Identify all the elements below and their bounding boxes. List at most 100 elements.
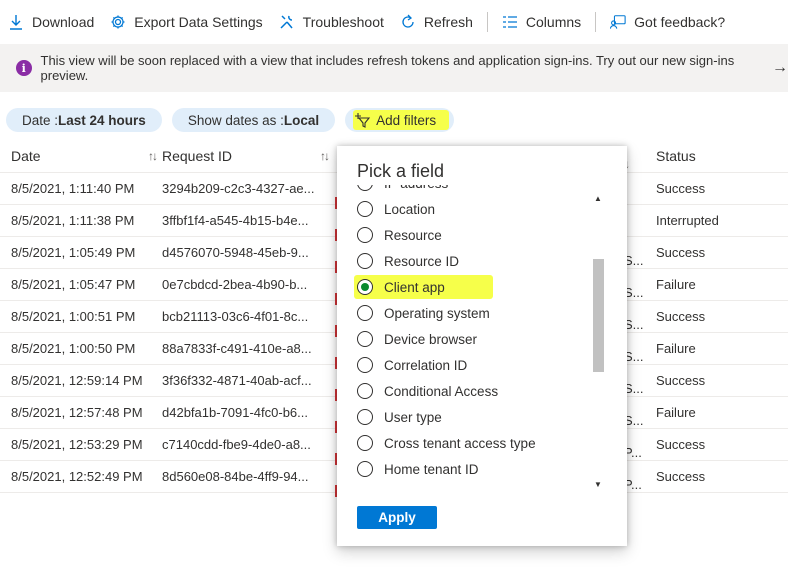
arrow-right-icon[interactable]: →: [772, 59, 788, 77]
radio-button[interactable]: [357, 253, 373, 269]
dialog-title: Pick a field: [357, 161, 445, 181]
refresh-label: Refresh: [423, 14, 473, 30]
toolbar-divider: [486, 12, 488, 32]
download-button[interactable]: Download: [0, 8, 102, 36]
wrench-icon: [279, 14, 295, 30]
sort-icon: ↑↓: [148, 149, 158, 163]
radio-button[interactable]: [357, 227, 373, 243]
radio-button[interactable]: [357, 331, 373, 347]
field-option-label: User type: [384, 409, 442, 425]
column-header-request-id[interactable]: Request ID ↑↓: [162, 148, 334, 164]
date-filter-pill[interactable]: Date : Last 24 hours: [6, 108, 162, 132]
field-option-label: Conditional Access: [384, 383, 499, 399]
cell-request-id: 88a7833f-c491-410e-a8...: [162, 341, 312, 356]
banner-text: This view will be soon replaced with a v…: [40, 53, 735, 83]
refresh-button[interactable]: Refresh: [392, 8, 481, 36]
column-header-date-label: Date: [11, 148, 41, 164]
cell-date: 8/5/2021, 12:52:49 PM: [11, 469, 143, 484]
field-option-label: Resource: [384, 227, 442, 243]
feedback-icon: [610, 14, 626, 30]
radio-button[interactable]: [357, 185, 373, 191]
cell-request-id: d4576070-5948-45eb-9...: [162, 245, 309, 260]
field-option-label: Resource ID: [384, 253, 460, 269]
cell-status: Failure: [656, 277, 696, 292]
field-option[interactable]: Resource ID: [357, 248, 459, 274]
columns-label: Columns: [525, 14, 582, 30]
radio-button[interactable]: [357, 357, 373, 373]
field-option[interactable]: Operating system: [357, 300, 490, 326]
date-filter-value: Last 24 hours: [58, 112, 146, 128]
filter-bar: Date : Last 24 hours Show dates as : Loc…: [6, 108, 464, 132]
cell-date: 8/5/2021, 12:57:48 PM: [11, 405, 143, 420]
field-option-label: Cross tenant access type: [384, 435, 536, 451]
radio-button[interactable]: [357, 305, 373, 321]
radio-button[interactable]: [357, 409, 373, 425]
cell-date: 8/5/2021, 12:59:14 PM: [11, 373, 143, 388]
troubleshoot-label: Troubleshoot: [302, 14, 384, 30]
field-option[interactable]: Correlation ID: [357, 352, 467, 378]
scroll-up-icon[interactable]: ▲: [594, 194, 602, 203]
field-option[interactable]: Device browser: [357, 326, 477, 352]
field-list[interactable]: IP address Location Resource Resource ID Cli…: [351, 185, 583, 485]
download-icon: [8, 14, 24, 30]
cell-request-id: c7140cdd-fbe9-4de0-a8...: [162, 437, 311, 452]
field-option-label: Client app: [384, 279, 445, 295]
column-header-status-label: Status: [656, 148, 696, 164]
column-header-status[interactable]: Status: [626, 148, 756, 164]
cell-status: Success: [656, 309, 706, 324]
scrollbar[interactable]: ▲ ▼: [592, 193, 604, 489]
field-option[interactable]: IP address: [357, 185, 448, 196]
feedback-button[interactable]: Got feedback?: [602, 8, 733, 36]
scrollbar-thumb[interactable]: [593, 259, 604, 372]
show-dates-pill[interactable]: Show dates as : Local: [171, 108, 336, 132]
cell-request-id: 3ffbf1f4-a545-4b15-b4e...: [162, 213, 309, 228]
cell-request-id: 3294b209-c2c3-4327-ae...: [162, 181, 315, 196]
field-option[interactable]: Cross tenant access type: [357, 430, 536, 456]
info-banner: i This view will be soon replaced with a…: [0, 44, 788, 92]
info-icon: i: [16, 60, 32, 76]
field-option-label: Location: [384, 201, 436, 217]
field-option-label: Device browser: [384, 331, 478, 347]
field-option-label: IP address: [384, 185, 448, 191]
column-header-request-label: Request ID: [162, 148, 233, 164]
cell-request-id: 3f36f332-4871-40ab-acf...: [162, 373, 312, 388]
radio-button[interactable]: [357, 383, 373, 399]
toolbar-divider: [595, 12, 597, 32]
download-label: Download: [32, 14, 95, 30]
column-header-date[interactable]: Date ↑↓: [0, 148, 162, 164]
date-filter-label: Date :: [22, 112, 59, 128]
radio-button[interactable]: [357, 279, 373, 295]
show-dates-value: Local: [283, 112, 320, 128]
columns-icon: [502, 14, 518, 30]
field-option[interactable]: User type: [357, 404, 442, 430]
radio-button[interactable]: [357, 435, 373, 451]
columns-button[interactable]: Columns: [494, 8, 589, 36]
radio-button[interactable]: [357, 201, 373, 217]
apply-button[interactable]: Apply: [357, 506, 437, 529]
radio-button[interactable]: [357, 461, 373, 477]
add-filters-label: Add filters: [376, 112, 437, 128]
cell-status: Success: [656, 245, 706, 260]
feedback-label: Got feedback?: [634, 14, 726, 30]
field-option-label: Home tenant ID: [384, 461, 479, 477]
field-option[interactable]: Home tenant ID: [357, 456, 479, 482]
field-option[interactable]: Client app: [354, 274, 493, 300]
field-option[interactable]: Conditional Access: [357, 378, 498, 404]
gear-icon: [110, 14, 126, 30]
troubleshoot-button[interactable]: Troubleshoot: [271, 8, 392, 36]
refresh-icon: [400, 14, 416, 30]
cell-date: 8/5/2021, 1:05:47 PM: [11, 277, 136, 292]
pick-field-dialog: Pick a field IP address Location Resource R…: [337, 146, 627, 546]
field-option[interactable]: Location: [357, 196, 435, 222]
cell-request-id: bcb21113-03c6-4f01-8c...: [162, 309, 309, 324]
cell-request-id: 8d560e08-84be-4ff9-94...: [162, 469, 309, 484]
cell-date: 8/5/2021, 1:00:50 PM: [11, 341, 136, 356]
cell-status: Success: [656, 181, 706, 196]
add-filters-button[interactable]: Add filters: [345, 108, 455, 132]
cell-status: Failure: [656, 405, 696, 420]
cell-status: Success: [656, 373, 706, 388]
cell-status: Success: [656, 437, 706, 452]
export-settings-button[interactable]: Export Data Settings: [102, 8, 270, 36]
scroll-down-icon[interactable]: ▼: [594, 480, 602, 489]
field-option[interactable]: Resource: [357, 222, 442, 248]
